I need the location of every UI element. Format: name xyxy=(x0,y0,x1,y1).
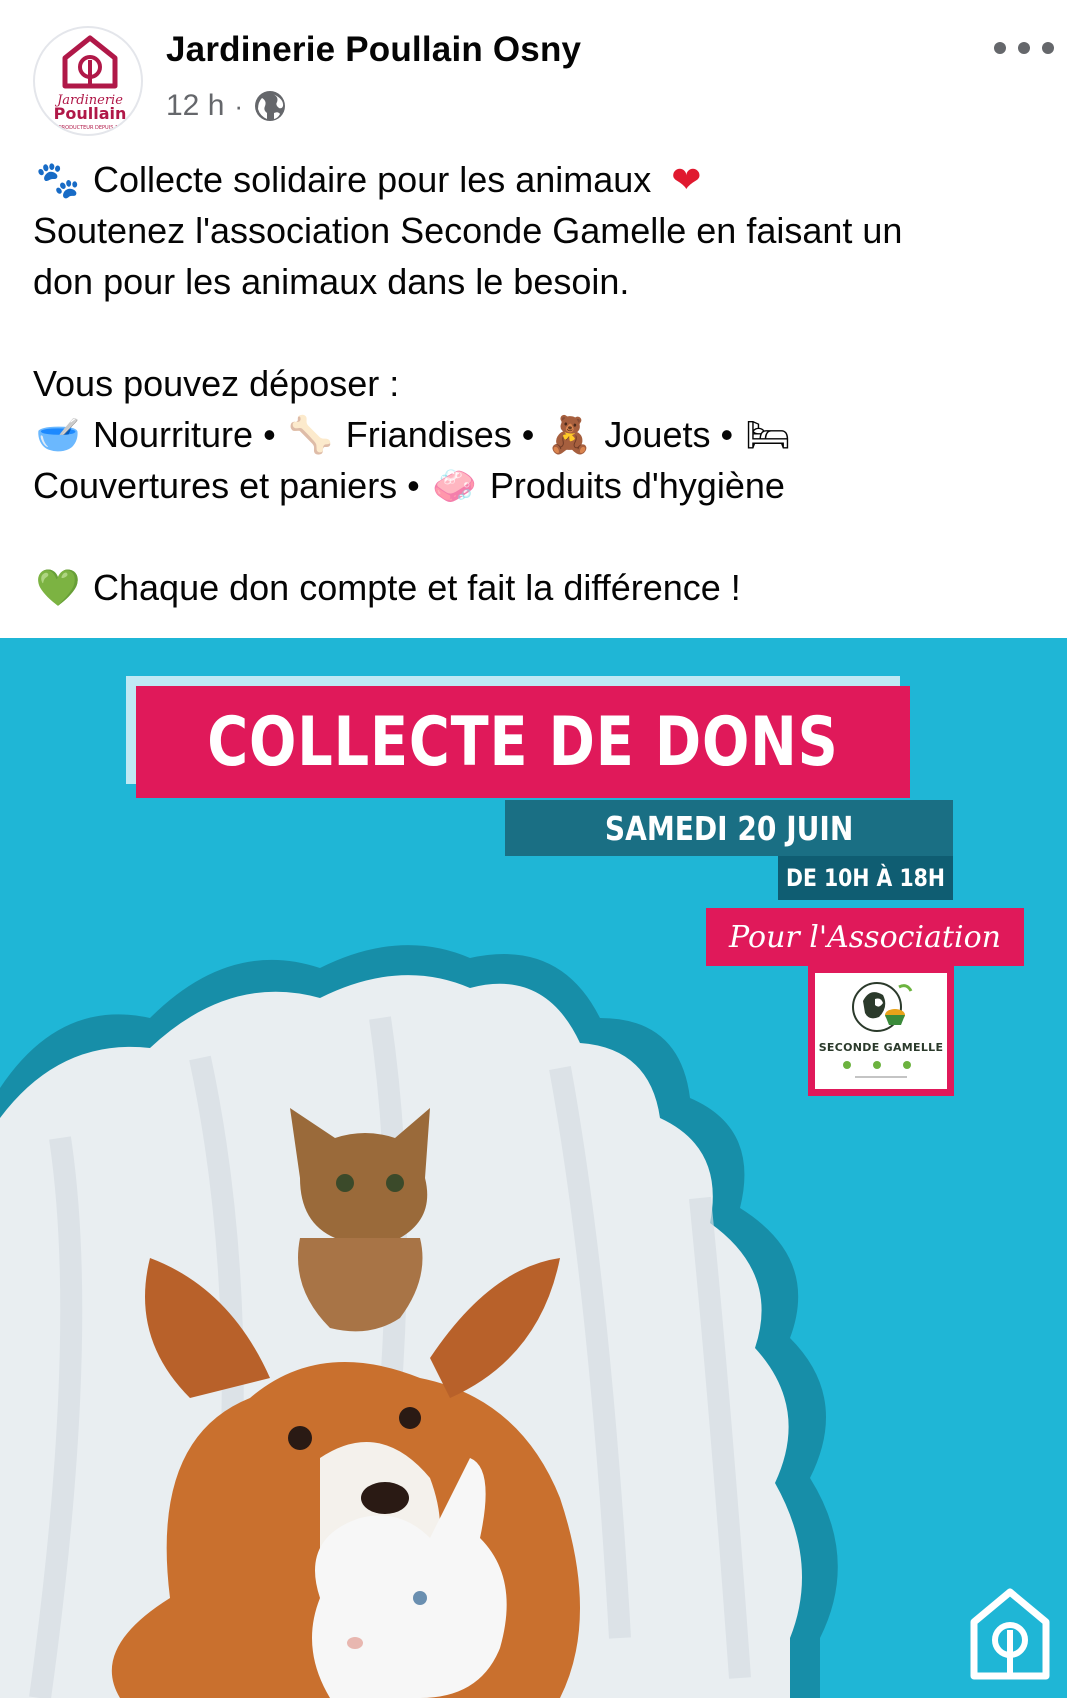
more-options-button[interactable] xyxy=(994,30,1054,66)
text-closing: Chaque don compte et fait la différence … xyxy=(93,567,741,608)
title-banner: COLLECTE DE DONS xyxy=(136,686,910,798)
poster-hours: DE 10H À 18H xyxy=(786,864,945,892)
dot-icon xyxy=(994,42,1006,54)
paws-icon: 🐾 xyxy=(35,160,81,201)
item-blankets: Couvertures et paniers • xyxy=(33,465,420,506)
text-line: Couvertures et paniers • 🧼 Produits d'hy… xyxy=(33,460,1043,511)
text-line: don pour les animaux dans le besoin. xyxy=(33,261,630,302)
text-line: Soutenez l'association Seconde Gamelle e… xyxy=(33,210,903,251)
text-line: Vous pouvez déposer : xyxy=(33,363,400,404)
association-logo: SECONDE GAMELLE xyxy=(815,973,947,1089)
text-line: 💚 Chaque don compte et fait la différenc… xyxy=(33,562,1043,613)
association-banner: Pour l'Association xyxy=(706,908,1024,966)
dot-icon xyxy=(1042,42,1054,54)
page-avatar[interactable]: Jardinerie Poullain PRODUCTEUR DEPUIS 19 xyxy=(33,26,143,136)
post-text: 🐾 Collecte solidaire pour les animaux ❤ … xyxy=(33,154,1043,613)
text-line: 🐾 Collecte solidaire pour les animaux ❤ xyxy=(33,154,1043,205)
page-name-link[interactable]: Jardinerie Poullain Osny xyxy=(166,30,581,70)
association-name: SECONDE GAMELLE xyxy=(818,1041,944,1054)
date-banner: SAMEDI 20 JUIN xyxy=(505,800,953,856)
dot-icon xyxy=(1018,42,1030,54)
bed-icon: 🛏 xyxy=(745,415,791,456)
poster-title: COLLECTE DE DONS xyxy=(207,702,839,782)
post-timestamp[interactable]: 12 h xyxy=(166,89,224,123)
globe-icon xyxy=(255,91,286,121)
meta-separator: · xyxy=(234,90,244,121)
red-heart-icon: ❤ xyxy=(671,160,702,201)
jardinerie-corner-logo-icon xyxy=(970,1588,1050,1680)
item-treats: Friandises • xyxy=(345,414,535,455)
poster-date: SAMEDI 20 JUIN xyxy=(604,808,854,848)
text-headline: Collecte solidaire pour les animaux xyxy=(93,159,652,200)
item-toys: Jouets • xyxy=(604,414,734,455)
green-heart-icon: 💚 xyxy=(35,568,81,609)
hours-banner: DE 10H À 18H xyxy=(778,856,953,900)
post-meta: 12 h · xyxy=(166,86,287,126)
item-hygiene: Produits d'hygiène xyxy=(489,465,785,506)
post-header: Jardinerie Poullain PRODUCTEUR DEPUIS 19… xyxy=(0,0,1067,150)
seconde-gamelle-logo-icon xyxy=(843,982,913,1078)
post-image[interactable]: COLLECTE DE DONS SAMEDI 20 JUIN DE 10H À… xyxy=(0,638,1067,1698)
association-logo-frame: SECONDE GAMELLE xyxy=(808,966,954,1096)
jardinerie-logo-icon: Jardinerie Poullain PRODUCTEUR DEPUIS 19 xyxy=(54,35,127,131)
association-label: Pour l'Association xyxy=(729,919,1001,955)
bowl-icon: 🥣 xyxy=(35,415,81,456)
bone-icon: 🦴 xyxy=(288,415,334,456)
teddy-bear-icon: 🧸 xyxy=(546,415,592,456)
item-food: Nourriture • xyxy=(93,414,276,455)
text-line: 🥣 Nourriture • 🦴 Friandises • 🧸 Jouets •… xyxy=(33,409,1043,460)
soap-icon: 🧼 xyxy=(432,466,478,507)
svg-text:Poullain: Poullain xyxy=(54,104,127,123)
svg-text:PRODUCTEUR DEPUIS 19: PRODUCTEUR DEPUIS 19 xyxy=(59,125,122,131)
